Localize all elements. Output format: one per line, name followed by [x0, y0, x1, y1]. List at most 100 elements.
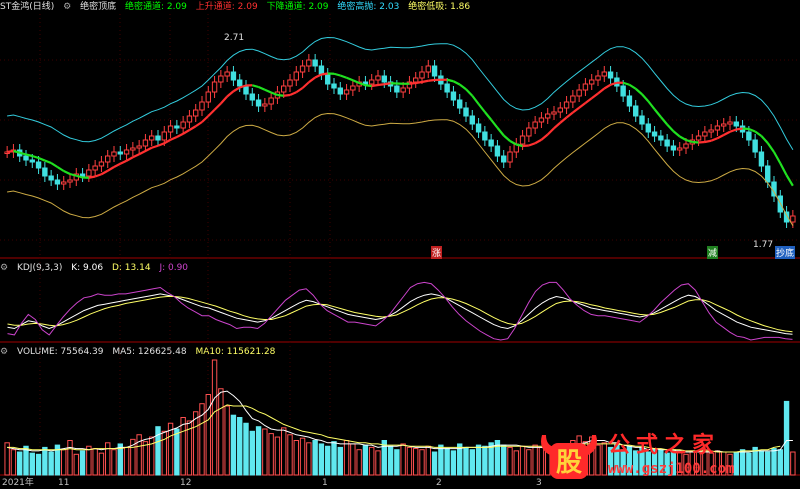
- candle-body: [224, 71, 230, 77]
- channel-line-segment: [522, 144, 529, 148]
- channel-line-segment: [314, 73, 322, 79]
- channel-line-segment: [56, 166, 65, 172]
- volume-bar: [381, 440, 387, 476]
- candle-body: [488, 139, 494, 147]
- volume-bar: [287, 434, 293, 476]
- candle-body: [180, 121, 186, 129]
- channel-line-segment: [50, 162, 59, 168]
- candle-body: [299, 65, 306, 73]
- candle-body: [174, 125, 180, 129]
- volume-bar: [325, 445, 331, 476]
- volume-bar: [318, 443, 325, 476]
- candle-body: [626, 95, 633, 107]
- channel-line-segment: [584, 97, 593, 104]
- channel-line-segment: [251, 84, 259, 89]
- channel-line-segment: [704, 139, 712, 144]
- channel-line-segment: [553, 121, 562, 130]
- volume-bar: [237, 417, 243, 476]
- channel-line-segment: [516, 143, 523, 148]
- chart-window: ST金鸿(日线) ⚙ 绝密顶底 绝密通道: 2.09 上升通道: 2.09 下降…: [0, 0, 800, 489]
- candle-body: [683, 143, 689, 149]
- x-label-feb: 2: [436, 478, 442, 488]
- volume-bar: [501, 444, 507, 476]
- candle-body: [86, 169, 92, 177]
- channel-line-segment: [119, 159, 128, 165]
- channel-line-segment: [465, 88, 474, 97]
- candle-body: [595, 75, 601, 81]
- volume-bar: [35, 453, 42, 476]
- channel-line-segment: [540, 133, 549, 141]
- low-price-label: 1.77: [753, 240, 774, 250]
- volume-bar: [161, 430, 167, 476]
- channel-line-segment: [484, 111, 492, 121]
- candle-body: [702, 131, 708, 137]
- channel-line-segment: [534, 138, 542, 145]
- candle-body: [218, 75, 224, 83]
- candle-body: [494, 145, 501, 157]
- channel-line-segment: [628, 83, 637, 90]
- candle-body: [733, 121, 739, 127]
- candle-body: [142, 139, 149, 147]
- candle-body: [381, 75, 387, 83]
- channel-line-segment: [766, 142, 775, 153]
- channel-line-segment: [742, 127, 749, 131]
- channel-line-segment: [559, 116, 568, 124]
- channel-line-segment: [591, 92, 599, 100]
- volume-bar: [387, 445, 394, 476]
- channel-line-segment: [679, 135, 687, 141]
- volume-bar: [526, 449, 532, 476]
- candle-body: [48, 175, 54, 181]
- candle-body: [714, 125, 721, 131]
- volume-bar: [193, 411, 199, 476]
- volume-bar: [337, 446, 343, 476]
- candle-body: [570, 95, 576, 103]
- channel-line-segment: [509, 140, 517, 146]
- channel-line-segment: [723, 130, 731, 136]
- signal-reduce-tag: 减: [707, 246, 719, 259]
- kdj-k-line: [7, 293, 793, 335]
- chart-canvas[interactable]: [0, 0, 800, 489]
- channel-line-segment: [132, 153, 140, 159]
- volume-bar: [180, 417, 186, 476]
- channel-line-segment: [785, 174, 794, 187]
- volume-bar: [362, 444, 369, 476]
- candle-body: [752, 139, 758, 153]
- candle-body: [35, 161, 42, 169]
- channel-line-segment: [188, 125, 197, 131]
- candle-body: [607, 71, 614, 79]
- candle-body: [312, 59, 318, 67]
- candle-body: [92, 165, 98, 171]
- volume-bar: [331, 441, 337, 476]
- volume-bar: [475, 444, 482, 476]
- candle-body: [318, 65, 325, 75]
- candle-body: [287, 79, 293, 87]
- lower-band-line: [7, 112, 794, 226]
- volume-bar: [293, 440, 299, 476]
- volume-bar: [67, 440, 73, 476]
- channel-line-segment: [213, 102, 222, 111]
- volume-bar: [61, 449, 67, 476]
- candle-body: [482, 131, 488, 141]
- signal-rise-tag: 涨: [431, 246, 443, 259]
- volume-bar: [42, 446, 48, 476]
- volume-bar: [507, 446, 513, 476]
- channel-line-segment: [736, 127, 743, 131]
- candle-body: [589, 79, 595, 85]
- site-watermark: 股 公式之家 www.gszj100.com: [536, 427, 796, 487]
- candle-body: [475, 123, 482, 133]
- channel-line-segment: [232, 86, 241, 93]
- channel-line-segment: [6, 149, 14, 154]
- candle-body: [708, 129, 714, 133]
- volume-bar: [281, 427, 287, 476]
- channel-line-segment: [138, 150, 146, 156]
- volume-bar: [98, 452, 105, 476]
- channel-line-segment: [126, 156, 134, 162]
- channel-line-segment: [182, 129, 190, 135]
- channel-line-segment: [277, 93, 284, 97]
- channel-line-segment: [384, 82, 391, 86]
- candle-body: [419, 71, 425, 79]
- channel-line-segment: [170, 135, 178, 141]
- volume-bar: [350, 443, 356, 476]
- volume-bar: [375, 450, 381, 476]
- candle-body: [645, 123, 651, 133]
